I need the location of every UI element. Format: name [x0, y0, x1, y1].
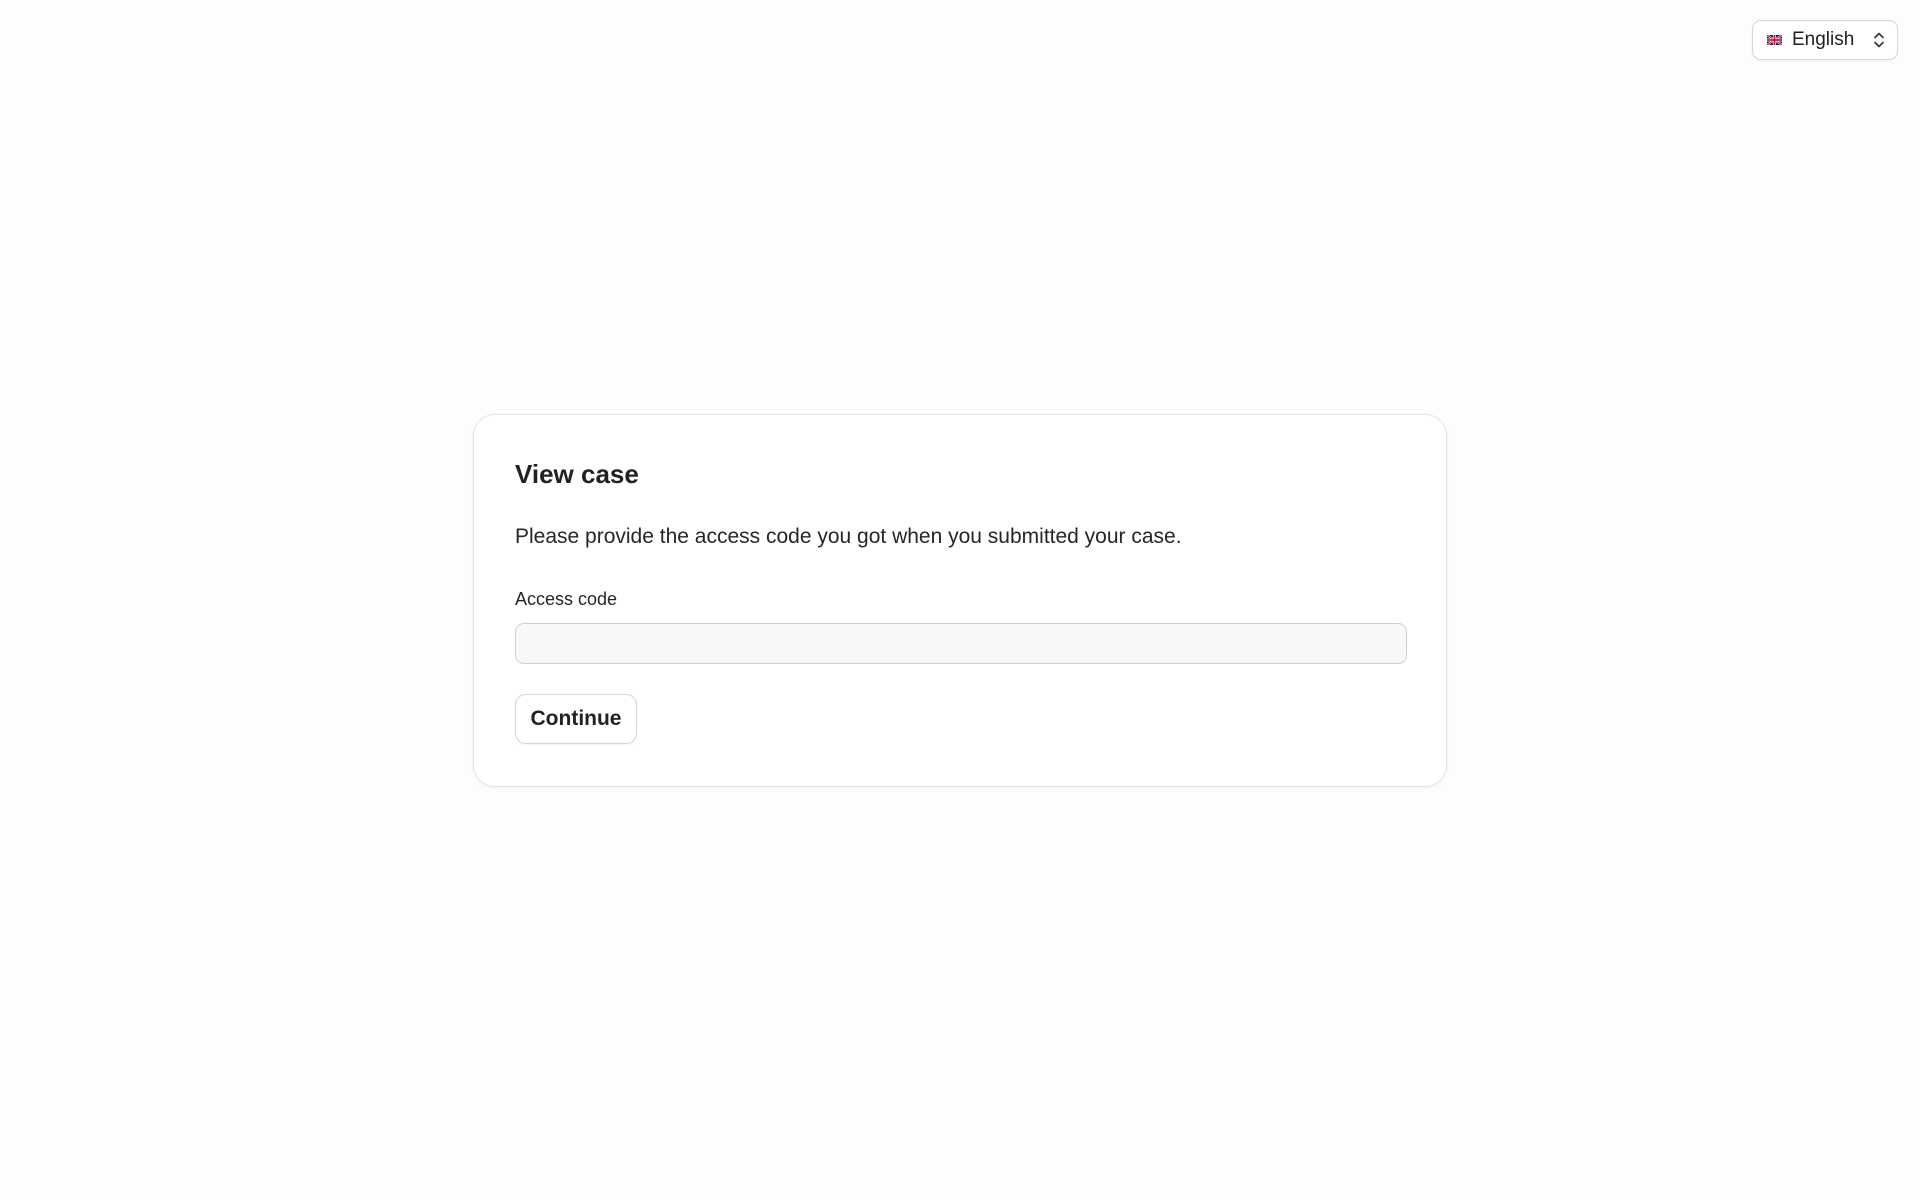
uk-flag-icon	[1767, 35, 1782, 45]
view-case-card: View case Please provide the access code…	[473, 414, 1447, 787]
page: English View case Please provide the acc…	[0, 0, 1920, 1200]
continue-button[interactable]: Continue	[515, 694, 637, 744]
access-code-input[interactable]	[515, 623, 1407, 664]
card-title: View case	[515, 459, 639, 489]
language-selector[interactable]: English	[1752, 20, 1898, 60]
chevron-up-down-icon	[1874, 32, 1884, 48]
card-description: Please provide the access code you got w…	[515, 525, 1182, 548]
access-code-label: Access code	[515, 589, 618, 609]
language-label: English	[1792, 29, 1855, 50]
